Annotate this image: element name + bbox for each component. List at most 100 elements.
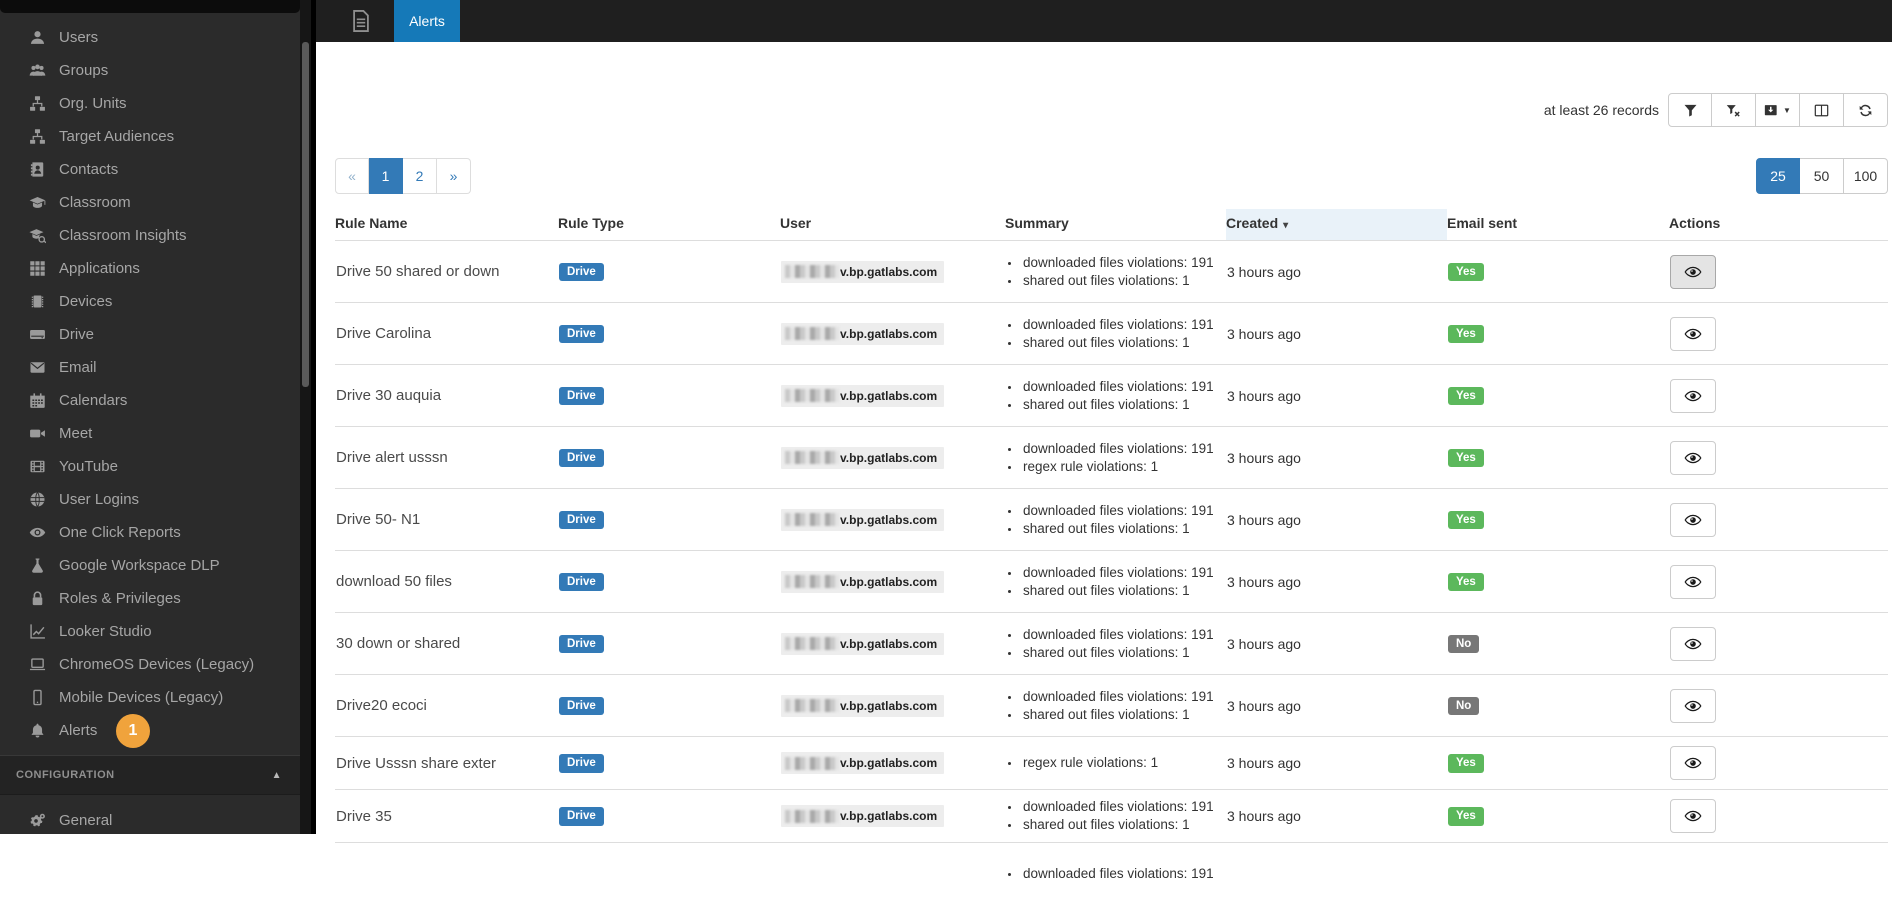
view-alert-button[interactable] xyxy=(1670,565,1716,599)
view-alert-button[interactable] xyxy=(1670,746,1716,780)
page-button-2[interactable]: 2 xyxy=(403,158,437,194)
next-page-button[interactable]: » xyxy=(437,158,471,194)
sidebar-item-mobile-devices-legacy[interactable]: Mobile Devices (Legacy) xyxy=(0,681,300,714)
summary-item: downloaded files violations: 191 xyxy=(1021,502,1218,520)
configuration-section-header[interactable]: CONFIGURATION ▲ xyxy=(0,755,300,795)
cell-summary: downloaded files violations: 191 xyxy=(1005,843,1226,904)
cell-rule-type xyxy=(558,843,780,904)
sidebar-scrollbar[interactable] xyxy=(300,0,311,834)
summary-item: shared out files violations: 1 xyxy=(1021,706,1218,724)
sidebar-scrollbar-thumb[interactable] xyxy=(302,42,309,387)
summary-list: downloaded files violations: 191shared o… xyxy=(1006,316,1218,352)
column-header-actions[interactable]: Actions xyxy=(1669,209,1888,241)
sidebar-top-strip xyxy=(0,0,300,13)
column-header-label: Summary xyxy=(1005,215,1069,231)
view-alert-button[interactable] xyxy=(1670,441,1716,475)
cell-created xyxy=(1226,843,1447,904)
cell-summary: downloaded files violations: 191shared o… xyxy=(1005,365,1226,427)
cell-summary: downloaded files violations: 191shared o… xyxy=(1005,790,1226,843)
column-header-rule-name[interactable]: Rule Name xyxy=(335,209,558,241)
page-size-button-100[interactable]: 100 xyxy=(1844,158,1888,194)
view-alert-button[interactable] xyxy=(1670,799,1716,833)
view-alert-button[interactable] xyxy=(1670,379,1716,413)
redacted-email-prefix xyxy=(785,513,839,526)
sidebar-item-label: Meet xyxy=(59,425,92,442)
collapse-caret-icon[interactable]: ▲ xyxy=(272,770,282,781)
cell-rule-type: Drive xyxy=(558,241,780,303)
pagination: «12» xyxy=(335,158,471,194)
cell-actions xyxy=(1669,303,1888,365)
sidebar-item-devices[interactable]: Devices xyxy=(0,285,300,318)
cell-email-sent: Yes xyxy=(1447,790,1669,843)
cell-actions: 2 xyxy=(1669,241,1888,303)
filter-button[interactable] xyxy=(1668,93,1712,127)
view-alert-button[interactable] xyxy=(1670,627,1716,661)
sidebar-item-user-logins[interactable]: User Logins xyxy=(0,483,300,516)
sidebar-item-drive[interactable]: Drive xyxy=(0,318,300,351)
user-email-suffix: v.bp.gatlabs.com xyxy=(840,513,937,527)
sidebar-item-roles-privileges[interactable]: Roles & Privileges xyxy=(0,582,300,615)
cell-rule-name: Drive alert usssn xyxy=(335,427,558,489)
sidebar-item-groups[interactable]: Groups xyxy=(0,54,300,87)
rule-name-text: Drive 50- N1 xyxy=(336,511,420,528)
created-text: 3 hours ago xyxy=(1227,755,1301,771)
column-header-email-sent[interactable]: Email sent xyxy=(1447,209,1669,241)
columns-button[interactable] xyxy=(1800,93,1844,127)
sidebar-item-contacts[interactable]: Contacts xyxy=(0,153,300,186)
sidebar-item-looker-studio[interactable]: Looker Studio xyxy=(0,615,300,648)
sidebar-item-calendars[interactable]: Calendars xyxy=(0,384,300,417)
document-icon[interactable] xyxy=(349,9,373,33)
sidebar-item-google-workspace-dlp[interactable]: Google Workspace DLP xyxy=(0,549,300,582)
sidebar-item-applications[interactable]: Applications xyxy=(0,252,300,285)
column-header-summary[interactable]: Summary xyxy=(1005,209,1226,241)
summary-item: downloaded files violations: 191 xyxy=(1021,626,1218,644)
chip-icon xyxy=(27,293,47,310)
sidebar-item-youtube[interactable]: YouTube xyxy=(0,450,300,483)
sidebar-item-chromeos-devices-legacy[interactable]: ChromeOS Devices (Legacy) xyxy=(0,648,300,681)
refresh-button[interactable] xyxy=(1844,93,1888,127)
view-alert-button[interactable] xyxy=(1670,689,1716,723)
sidebar-item-meet[interactable]: Meet xyxy=(0,417,300,450)
clear-filter-button[interactable] xyxy=(1712,93,1756,127)
table-header-row: Rule NameRule TypeUserSummary Created▾Ema… xyxy=(335,209,1888,241)
column-header-rule-type[interactable]: Rule Type xyxy=(558,209,780,241)
redacted-email-prefix xyxy=(785,637,839,650)
column-header-created[interactable]: Created▾ xyxy=(1226,209,1447,241)
tab-alerts[interactable]: Alerts xyxy=(394,0,460,42)
cell-email-sent xyxy=(1447,843,1669,904)
table-row: Drive 35Drivev.bp.gatlabs.comdownloaded … xyxy=(335,790,1888,843)
redacted-email-prefix xyxy=(785,389,839,402)
sidebar-item-target-audiences[interactable]: Target Audiences xyxy=(0,120,300,153)
cell-rule-name: Drive 50- N1 xyxy=(335,489,558,551)
sidebar-item-classroom-insights[interactable]: Classroom Insights xyxy=(0,219,300,252)
action-wrap xyxy=(1670,627,1716,661)
grid-icon xyxy=(27,260,47,277)
sidebar-item-general[interactable]: General xyxy=(0,804,300,837)
sidebar-item-org-units[interactable]: Org. Units xyxy=(0,87,300,120)
created-text: 3 hours ago xyxy=(1227,326,1301,342)
cell-summary: downloaded files violations: 191shared o… xyxy=(1005,613,1226,675)
column-header-user[interactable]: User xyxy=(780,209,1005,241)
page-button-1[interactable]: 1 xyxy=(369,158,403,194)
view-alert-button[interactable] xyxy=(1670,317,1716,351)
summary-item: downloaded files violations: 191 xyxy=(1021,798,1218,816)
video-camera-icon xyxy=(27,425,47,442)
export-button[interactable]: ▼ xyxy=(1756,93,1800,127)
sidebar-item-email[interactable]: Email xyxy=(0,351,300,384)
sidebar-item-one-click-reports[interactable]: One Click Reports xyxy=(0,516,300,549)
cell-rule-name: Drive Carolina xyxy=(335,303,558,365)
rule-type-badge: Drive xyxy=(559,449,604,468)
sidebar-item-classroom[interactable]: Classroom xyxy=(0,186,300,219)
cell-created: 3 hours ago xyxy=(1226,737,1447,790)
email-sent-badge: Yes xyxy=(1448,449,1484,468)
cell-email-sent: Yes xyxy=(1447,551,1669,613)
sidebar-item-users[interactable]: Users xyxy=(0,21,300,54)
prev-page-button[interactable]: « xyxy=(335,158,369,194)
view-alert-button[interactable] xyxy=(1670,503,1716,537)
cell-created: 3 hours ago xyxy=(1226,613,1447,675)
sidebar-item-alerts[interactable]: Alerts xyxy=(0,714,300,747)
view-alert-button[interactable] xyxy=(1670,255,1716,289)
page-size-button-50[interactable]: 50 xyxy=(1800,158,1844,194)
rule-name-text: Drive alert usssn xyxy=(336,449,448,466)
page-size-button-25[interactable]: 25 xyxy=(1756,158,1800,194)
